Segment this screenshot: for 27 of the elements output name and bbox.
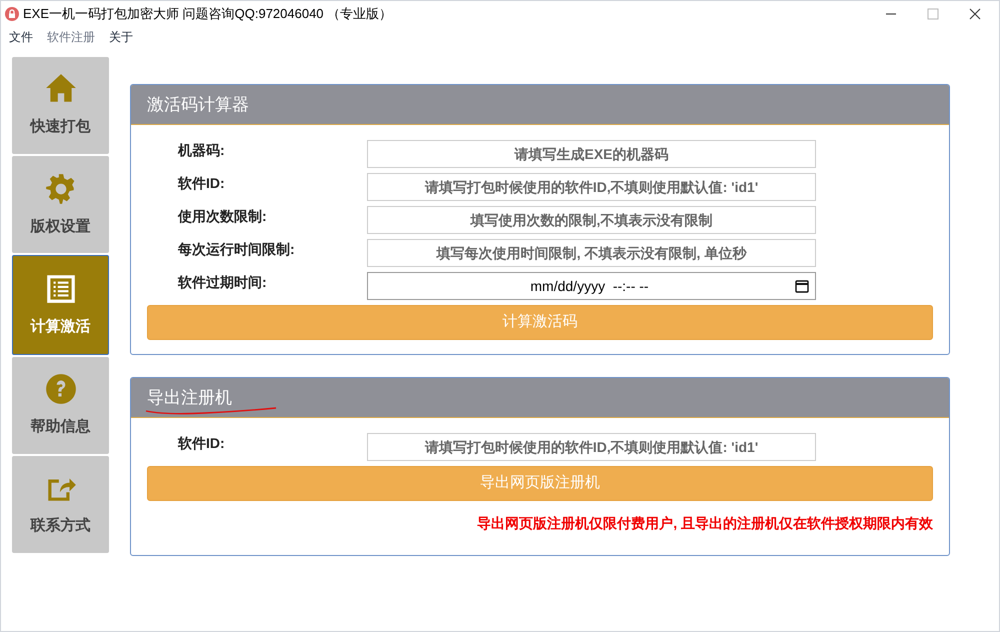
field-label: 软件ID: xyxy=(176,174,226,193)
input-field[interactable]: 填写每次使用时间限制, 不填表示没有限制, 单位秒 xyxy=(367,239,816,267)
input-field[interactable]: 请填写打包时候使用的软件ID,不填则使用默认值: 'id1' xyxy=(367,173,816,201)
panel-title: 激活码计算器 xyxy=(147,94,249,116)
field-label: 使用次数限制: xyxy=(176,207,268,226)
field-label: 每次运行时间限制: xyxy=(177,240,296,259)
input-field[interactable]: 请填写打包时候使用的软件ID,不填则使用默认值: 'id1' xyxy=(367,433,816,461)
help-icon xyxy=(44,372,78,406)
field-label: 软件ID: xyxy=(176,434,226,453)
sidebar-tab[interactable]: 快速打包 xyxy=(12,57,109,154)
menu-item[interactable]: 文件 xyxy=(9,28,33,46)
window-title: EXE一机一码打包加密大师 问题咨询QQ:972046040 （专业版） xyxy=(23,5,392,24)
notice-text: 导出网页版注册机仅限付费用户, 且导出的注册机仅在软件授权期限内有效 xyxy=(476,514,933,533)
menu-item[interactable]: 关于 xyxy=(109,28,133,46)
date-time-field[interactable]: mm/dd/yyyy --:-- -- xyxy=(367,272,816,300)
field-label: 机器码: xyxy=(176,141,226,160)
lock-icon xyxy=(5,7,19,21)
field-label: 软件过期时间: xyxy=(176,273,268,292)
input-field[interactable]: 填写使用次数的限制,不填表示没有限制 xyxy=(367,206,816,234)
sidebar-tab[interactable]: 帮助信息 xyxy=(12,356,109,454)
sidebar-tab[interactable]: 联系方式 xyxy=(12,456,109,554)
input-field[interactable]: 请填写生成EXE的机器码 xyxy=(367,140,816,168)
sidebar-tab[interactable]: 计算激活 xyxy=(12,255,109,355)
sidebar-tab[interactable]: 版权设置 xyxy=(12,156,109,254)
close-icon[interactable] xyxy=(969,8,981,20)
calendar-icon[interactable] xyxy=(795,279,809,293)
panel-title: 导出注册机 xyxy=(147,386,232,409)
